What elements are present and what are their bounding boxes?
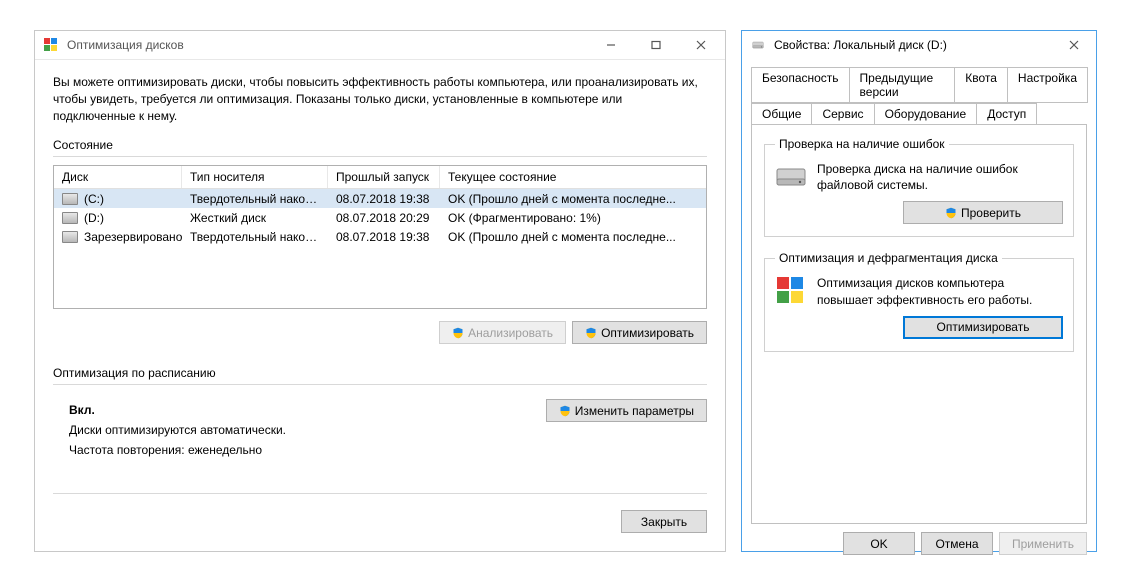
close-button[interactable] (1054, 31, 1094, 59)
schedule-freq: Частота повторения: еженедельно (69, 443, 707, 457)
tab-control: БезопасностьПредыдущие версииКвотаНастро… (751, 67, 1087, 524)
tab[interactable]: Доступ (976, 103, 1037, 124)
close-button[interactable] (678, 31, 723, 59)
table-row[interactable]: Зарезервировано ...Твердотельный накоп..… (54, 227, 706, 246)
tab[interactable]: Сервис (811, 103, 874, 125)
analyze-button-label: Анализировать (468, 326, 553, 340)
defrag-group: Оптимизация и дефрагментация диска Оптим… (764, 251, 1074, 351)
drive-status: OK (Прошло дней с момента последне... (440, 229, 706, 245)
error-check-group: Проверка на наличие ошибок Проверка диск… (764, 137, 1074, 237)
schedule-auto: Диски оптимизируются автоматически. (69, 423, 707, 437)
divider (53, 156, 707, 157)
optimize-drives-window: Оптимизация дисков Вы можете оптимизиров… (34, 30, 726, 552)
drive-icon (62, 231, 78, 243)
close-dialog-button[interactable]: Закрыть (621, 510, 707, 533)
table-body: (C:)Твердотельный накоп...08.07.2018 19:… (54, 189, 706, 246)
optimize-button-label: Оптимизировать (601, 326, 694, 340)
check-button[interactable]: Проверить (903, 201, 1063, 224)
apply-label: Применить (1012, 537, 1074, 551)
optimize-drive-label: Оптимизировать (937, 320, 1030, 334)
drive-icon (62, 212, 78, 224)
drive-properties-window: Свойства: Локальный диск (D:) Безопаснос… (741, 30, 1097, 552)
tab[interactable]: Безопасность (751, 67, 850, 103)
table-empty-space (54, 246, 706, 308)
shield-icon (559, 405, 571, 417)
drive-icon (62, 193, 78, 205)
drive-name: (D:) (84, 211, 104, 225)
table-header: Диск Тип носителя Прошлый запуск Текущее… (54, 166, 706, 189)
tab[interactable]: Оборудование (874, 103, 978, 124)
drive-name: Зарезервировано ... (84, 230, 182, 244)
tab[interactable]: Квота (954, 67, 1008, 103)
defrag-text: Оптимизация дисков компьютера повышает э… (817, 275, 1063, 307)
error-check-text: Проверка диска на наличие ошибок файлово… (817, 161, 1063, 193)
ok-button[interactable]: OK (843, 532, 915, 555)
drive-status: OK (Фрагментировано: 1%) (440, 210, 706, 226)
minimize-button[interactable] (588, 31, 633, 59)
drive-media: Твердотельный накоп... (182, 229, 328, 245)
shield-icon (585, 327, 597, 339)
error-check-legend: Проверка на наличие ошибок (775, 137, 949, 151)
tab-page-service: Проверка на наличие ошибок Проверка диск… (751, 124, 1087, 524)
apply-button[interactable]: Применить (999, 532, 1087, 555)
drives-table: Диск Тип носителя Прошлый запуск Текущее… (53, 165, 707, 309)
maximize-button[interactable] (633, 31, 678, 59)
drive-status: OK (Прошло дней с момента последне... (440, 191, 706, 207)
drive-icon (775, 161, 807, 193)
drive-icon (750, 39, 766, 51)
state-section-label: Состояние (53, 138, 707, 152)
col-header-media[interactable]: Тип носителя (182, 166, 328, 188)
drive-media: Твердотельный накоп... (182, 191, 328, 207)
cancel-label: Отмена (935, 537, 978, 551)
ok-label: OK (870, 537, 887, 551)
tab[interactable]: Предыдущие версии (849, 67, 956, 103)
drive-name: (C:) (84, 192, 104, 206)
optimize-button[interactable]: Оптимизировать (572, 321, 707, 344)
tab[interactable]: Общие (751, 103, 812, 124)
window-title: Оптимизация дисков (67, 38, 588, 52)
schedule-box: Вкл. Диски оптимизируются автоматически.… (53, 393, 707, 494)
close-button-label: Закрыть (641, 515, 687, 529)
drive-media: Жесткий диск (182, 210, 328, 226)
defrag-legend: Оптимизация и дефрагментация диска (775, 251, 1002, 265)
col-header-last-run[interactable]: Прошлый запуск (328, 166, 440, 188)
change-settings-button[interactable]: Изменить параметры (546, 399, 707, 422)
tab[interactable]: Настройка (1007, 67, 1088, 103)
window-title: Свойства: Локальный диск (D:) (774, 38, 1054, 52)
col-header-drive[interactable]: Диск (54, 166, 182, 188)
defrag-icon (43, 37, 59, 53)
intro-text: Вы можете оптимизировать диски, чтобы по… (53, 74, 707, 124)
cancel-button[interactable]: Отмена (921, 532, 993, 555)
titlebar[interactable]: Свойства: Локальный диск (D:) (742, 31, 1096, 59)
check-button-label: Проверить (961, 206, 1021, 220)
change-settings-label: Изменить параметры (575, 404, 694, 418)
dialog-footer: OK Отмена Применить (751, 524, 1087, 555)
divider (53, 384, 707, 385)
schedule-section-label: Оптимизация по расписанию (53, 366, 707, 380)
optimize-drive-button[interactable]: Оптимизировать (903, 316, 1063, 339)
col-header-status[interactable]: Текущее состояние (440, 166, 706, 188)
table-row[interactable]: (C:) Твердотельный накоп...08.07.2018 19:… (54, 189, 706, 208)
analyze-button[interactable]: Анализировать (439, 321, 566, 344)
defrag-icon (775, 275, 807, 307)
titlebar[interactable]: Оптимизация дисков (35, 31, 725, 60)
shield-icon (945, 207, 957, 219)
drive-last-run: 08.07.2018 19:38 (328, 229, 440, 245)
shield-icon (452, 327, 464, 339)
table-row[interactable]: (D:) Жесткий диск08.07.2018 20:29OK (Фраг… (54, 208, 706, 227)
drive-last-run: 08.07.2018 19:38 (328, 191, 440, 207)
drive-last-run: 08.07.2018 20:29 (328, 210, 440, 226)
